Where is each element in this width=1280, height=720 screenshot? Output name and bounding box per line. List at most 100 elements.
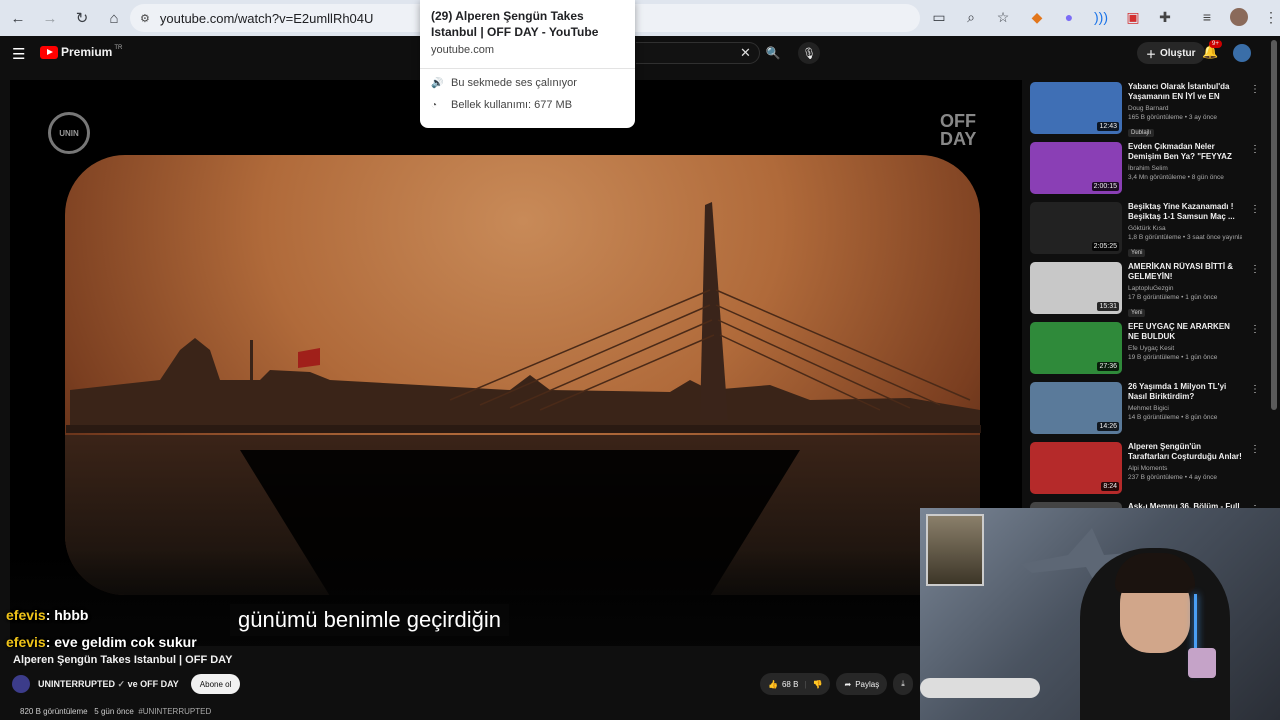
like-button[interactable]: 👍 68 B | 👎 xyxy=(760,673,831,695)
profile-avatar-icon[interactable] xyxy=(1227,4,1251,30)
chat-text: : eve geldim cok sukur xyxy=(45,634,197,650)
video-actions: 👍 68 B | 👎 ➦ Paylaş ⤓ xyxy=(760,673,913,695)
video-thumbnail[interactable]: 2:00:15 xyxy=(1030,142,1122,194)
duration-badge: 12:43 xyxy=(1097,122,1119,131)
more-options-icon[interactable]: ⋮ xyxy=(1250,204,1260,215)
recommendation-card[interactable]: 27:36 EFE UYGAÇ NE ARARKEN NE BULDUK İNAN… xyxy=(1030,322,1260,382)
video-thumbnail[interactable]: 14:26 xyxy=(1030,382,1122,434)
recommendation-card[interactable]: 2:00:15 Evden Çıkmadan Neler Demişim Ben … xyxy=(1030,142,1260,202)
video-thumbnail[interactable]: 12:43 xyxy=(1030,82,1122,134)
search-button[interactable]: 🔍 xyxy=(760,42,786,64)
recommendation-info: Beşiktaş Yine Kazanamadı ! Beşiktaş 1-1 … xyxy=(1128,202,1242,262)
tab-hover-title: (29) Alperen Şengün Takes Istanbul | OFF… xyxy=(431,9,599,39)
page-scrollbar[interactable] xyxy=(1271,40,1277,410)
hashtag[interactable]: #UNINTERRUPTED xyxy=(138,707,211,716)
recommendation-channel[interactable]: Alpi Moments xyxy=(1128,465,1242,472)
forward-icon[interactable]: → xyxy=(36,4,64,32)
recommendation-title[interactable]: AMERİKAN RÜYASI BİTTİ & GELMEYİN! xyxy=(1128,262,1242,282)
hamburger-menu-icon[interactable]: ☰ xyxy=(12,45,25,63)
more-options-icon[interactable]: ⋮ xyxy=(1250,84,1260,95)
recommendation-channel[interactable]: Doug Barnard xyxy=(1128,105,1242,112)
webcam-overlay xyxy=(920,508,1280,720)
recommendation-info: Evden Çıkmadan Neler Demişim Ben Ya? "FE… xyxy=(1128,142,1242,202)
more-options-icon[interactable]: ⋮ xyxy=(1250,144,1260,155)
tab-hover-domain: youtube.com xyxy=(431,44,494,56)
more-options-icon[interactable]: ⋮ xyxy=(1250,264,1260,275)
video-thumbnail[interactable]: 2:05:25 xyxy=(1030,202,1122,254)
site-info-icon[interactable]: ⚙ xyxy=(140,12,150,25)
recommendation-badge: Yeni xyxy=(1128,249,1146,257)
youtube-header: ☰ Premium TR ✕ 🔍 🎙 ＋ Oluştur 🔔 9+ xyxy=(0,36,1280,70)
video-metadata: 820 B görüntüleme 5 gün önce #UNINTERRUP… xyxy=(20,707,211,716)
recommendation-stats: 19 B görüntüleme • 1 gün önce xyxy=(1128,354,1218,361)
extension-purple-icon[interactable]: ● xyxy=(1057,4,1081,30)
recommendation-title[interactable]: EFE UYGAÇ NE ARARKEN NE BULDUK İNANAMAYA… xyxy=(1128,322,1242,342)
acrobat-icon[interactable]: ▣ xyxy=(1121,4,1145,30)
recommendation-card[interactable]: 12:43 Yabancı Olarak İstanbul'da Yaşamanı… xyxy=(1030,82,1260,142)
bookmark-star-icon[interactable]: ☆ xyxy=(990,4,1016,30)
cast-icon[interactable]: ▭ xyxy=(926,4,952,30)
metamask-icon[interactable]: ◆ xyxy=(1025,4,1049,30)
thumbs-down-icon[interactable]: 👎 xyxy=(813,680,823,689)
clear-search-icon[interactable]: ✕ xyxy=(740,45,751,61)
channel-name[interactable]: UNINTERRUPTED ✓ ve OFF DAY xyxy=(38,679,179,690)
home-icon[interactable]: ⌂ xyxy=(100,4,128,32)
speaker-icon: 🔊 xyxy=(431,77,444,89)
recommendation-channel[interactable]: Mehmet Bigici xyxy=(1128,405,1242,412)
desk-lamp xyxy=(1188,648,1216,678)
recommendation-title[interactable]: Beşiktaş Yine Kazanamadı ! Beşiktaş 1-1 … xyxy=(1128,202,1242,222)
omnibox-actions: ▭ ⌕ ☆ xyxy=(926,4,1016,30)
recommendation-title[interactable]: Evden Çıkmadan Neler Demişim Ben Ya? "FE… xyxy=(1128,142,1242,162)
recommendation-title[interactable]: Yabancı Olarak İstanbul'da Yaşamanın EN … xyxy=(1128,82,1242,102)
browser-menu-icon[interactable]: ⋮ xyxy=(1259,4,1280,30)
more-options-icon[interactable]: ⋮ xyxy=(1250,384,1260,395)
video-player[interactable]: UNIN OFF DAY günümü benimle geçirdiğin xyxy=(10,80,1022,646)
zoom-icon[interactable]: ⌕ xyxy=(958,4,984,30)
recommendation-info: AMERİKAN RÜYASI BİTTİ & GELMEYİN! Laptopl… xyxy=(1128,262,1242,322)
extensions-puzzle-icon[interactable]: ✚ xyxy=(1153,4,1177,30)
recommendation-channel[interactable]: İbrahim Selim xyxy=(1128,165,1242,172)
notification-badge: 9+ xyxy=(1209,40,1222,48)
extension-audio-icon[interactable]: ))) xyxy=(1089,4,1113,30)
reload-icon[interactable]: ↻ xyxy=(68,4,96,32)
recommendation-channel[interactable]: LaptopluGezgin xyxy=(1128,285,1242,292)
chat-text: : hbbb xyxy=(45,607,89,623)
channel-avatar[interactable] xyxy=(12,675,30,693)
create-button[interactable]: ＋ Oluştur xyxy=(1137,42,1205,64)
account-avatar[interactable] xyxy=(1233,44,1251,62)
video-thumbnail[interactable]: 15:31 xyxy=(1030,262,1122,314)
chat-message: efevis: hbbb xyxy=(6,607,88,623)
tab-hover-card: (29) Alperen Şengün Takes Istanbul | OFF… xyxy=(420,0,635,128)
like-count: 68 B xyxy=(781,679,799,689)
recommendation-card[interactable]: 15:31 AMERİKAN RÜYASI BİTTİ & GELMEYİN! La… xyxy=(1030,262,1260,322)
share-label: Paylaş xyxy=(855,679,880,689)
wall-picture xyxy=(926,514,984,586)
recommendation-channel[interactable]: Göktürk Kısa xyxy=(1128,225,1242,232)
recommendation-title[interactable]: Alperen Şengün'ün Taraftarları Coşturduğ… xyxy=(1128,442,1242,462)
recommendation-card[interactable]: 8:24 Alperen Şengün'ün Taraftarları Coştu… xyxy=(1030,442,1260,502)
subscribe-button[interactable]: Abone ol xyxy=(190,674,241,694)
notifications-bell-icon[interactable]: 🔔 9+ xyxy=(1202,40,1222,60)
url-text: youtube.com/watch?v=E2umllRh04U xyxy=(159,10,374,26)
offday-watermark-logo: OFF DAY xyxy=(940,111,977,149)
share-button[interactable]: ➦ Paylaş xyxy=(836,673,888,695)
voice-search-button[interactable]: 🎙 xyxy=(798,42,820,64)
search-input[interactable]: ✕ xyxy=(636,42,760,64)
download-icon: ⤓ xyxy=(901,679,905,688)
recommendation-card[interactable]: 14:26 26 Yaşımda 1 Milyon TL'yi Nasıl Bir… xyxy=(1030,382,1260,442)
back-icon[interactable]: ← xyxy=(4,4,32,32)
more-options-icon[interactable]: ⋮ xyxy=(1250,444,1260,455)
recommendation-card[interactable]: 2:05:25 Beşiktaş Yine Kazanamadı ! Beşikt… xyxy=(1030,202,1260,262)
recommendation-title[interactable]: 26 Yaşımda 1 Milyon TL'yi Nasıl Biriktir… xyxy=(1128,382,1242,402)
download-button[interactable]: ⤓ xyxy=(893,673,913,695)
logo-region: TR xyxy=(114,45,123,51)
more-options-icon[interactable]: ⋮ xyxy=(1250,324,1260,335)
reading-list-icon[interactable]: ≡ xyxy=(1195,4,1219,30)
recommendation-channel[interactable]: Efe Uygaç Kesit xyxy=(1128,345,1242,352)
duration-badge: 2:05:25 xyxy=(1091,242,1119,251)
video-thumbnail[interactable]: 8:24 xyxy=(1030,442,1122,494)
video-thumbnail[interactable]: 27:36 xyxy=(1030,322,1122,374)
tab-memory-row: ◔ Bellek kullanımı: 677 MB xyxy=(420,91,635,113)
tab-audio-row: 🔊 Bu sekmede ses çalınıyor xyxy=(420,69,635,91)
youtube-logo[interactable]: Premium TR xyxy=(40,45,122,59)
